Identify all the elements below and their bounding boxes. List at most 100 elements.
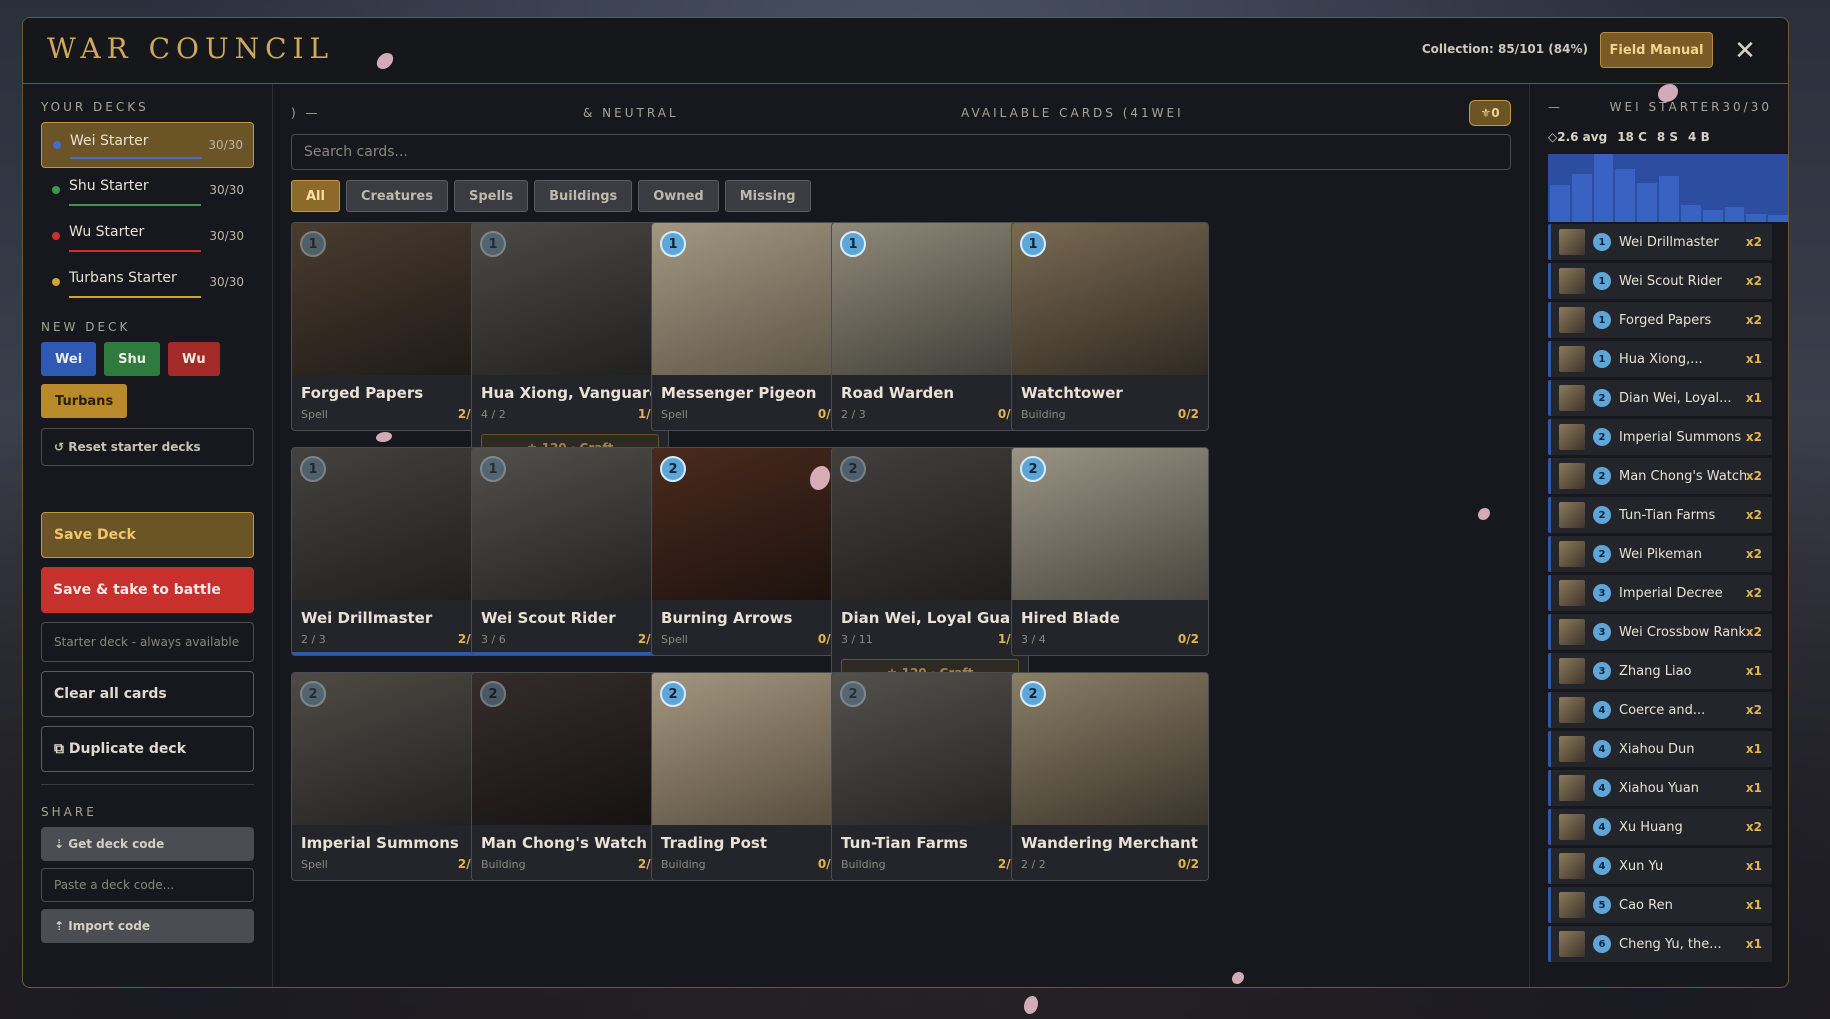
filter-tab[interactable]: Spells — [453, 180, 529, 212]
card-meta: 2 / 3 0/2 — [832, 402, 1028, 430]
deck-card-row[interactable]: 1 Wei Scout Rider x2 — [1548, 263, 1772, 299]
new-wu-deck-button[interactable]: Wu — [168, 342, 220, 376]
card-name: Cao Ren — [1619, 897, 1673, 913]
deck-card-row[interactable]: 1 Hua Xiong,... x1 — [1548, 341, 1772, 377]
get-deck-code-button[interactable]: ⇣ Get deck code — [41, 827, 254, 861]
deck-card-row[interactable]: 3 Imperial Decree x2 — [1548, 575, 1772, 611]
card-type: 2 / 3 — [301, 633, 326, 646]
card-thumbnail — [1559, 307, 1585, 333]
filter-tab[interactable]: All — [291, 180, 340, 212]
new-wei-deck-button[interactable]: Wei — [41, 342, 97, 376]
card-thumbnail — [1559, 931, 1585, 957]
card-name: Watchtower — [1021, 384, 1123, 402]
deck-name: Shu Starter — [69, 178, 149, 194]
deck-card-row[interactable]: 2 Man Chong's Watch x2 — [1548, 458, 1772, 494]
card-tile[interactable]: 2 Imperial Summons Spell 2/2 — [291, 672, 489, 881]
deck-card-row[interactable]: 4 Xiahou Yuan x1 — [1548, 770, 1772, 806]
card-tile[interactable]: 1 Messenger Pigeon Spell 0/2 — [651, 222, 849, 431]
card-cost: 5 — [1593, 896, 1611, 914]
card-tile[interactable]: 2 Wandering Merchant 2 / 2 0/2 — [1011, 672, 1209, 881]
building-count-stat: 4 B — [1688, 130, 1710, 144]
histogram-bar — [1593, 154, 1614, 222]
duplicate-deck-button[interactable]: ⧉ Duplicate deck — [41, 726, 254, 772]
filter-tab[interactable]: Creatures — [345, 180, 448, 212]
card-search-input[interactable]: Search cards... — [291, 134, 1511, 170]
card-cost: 1 — [300, 456, 326, 482]
reset-starter-decks-button[interactable]: ↺ Reset starter decks — [41, 428, 254, 466]
card-tile[interactable]: 2 Trading Post Building 0/2 — [651, 672, 849, 881]
deck-panel: — WEI STARTER30/30 ◇2.6 avg 18 C 8 S 4 B… — [1529, 84, 1788, 987]
card-thumbnail — [1559, 268, 1585, 294]
new-shu-deck-button[interactable]: Shu — [104, 342, 161, 376]
close-icon[interactable]: ✕ — [1734, 38, 1756, 64]
deck-card-row[interactable]: 4 Xu Huang x2 — [1548, 809, 1772, 845]
new-turbans-deck-button[interactable]: Turbans — [41, 384, 128, 418]
deck-card-row[interactable]: 3 Wei Crossbow Rank x2 — [1548, 614, 1772, 650]
card-thumbnail — [1559, 697, 1585, 723]
new-deck-buttons: Wei Shu Wu Turbans — [41, 342, 254, 418]
deck-card-row[interactable]: 1 Forged Papers x2 — [1548, 302, 1772, 338]
card-art: 1 — [472, 448, 668, 600]
card-type: Building — [661, 858, 706, 871]
card-meta: Building 0/2 — [652, 852, 848, 880]
card-tile[interactable]: 1 Wei Scout Rider 3 / 6 2/2 — [471, 447, 669, 656]
deck-color-bar — [69, 296, 201, 298]
deck-card-row[interactable]: 5 Cao Ren x1 — [1548, 887, 1772, 923]
deck-card-row[interactable]: 1 Wei Drillmaster x2 — [1548, 224, 1772, 260]
card-meta: Spell 2/2 — [292, 402, 488, 430]
card-quantity: x2 — [1745, 430, 1762, 444]
deck-item[interactable]: Turbans Starter 30/30 — [41, 260, 254, 306]
deck-card-row[interactable]: 6 Cheng Yu, the... x1 — [1548, 926, 1772, 962]
card-tile[interactable]: 2Dian Wei, Loyal Guard3 / 111/1⚜ 120 · C… — [831, 447, 1029, 698]
header-dash: — — [1548, 100, 1563, 114]
save-deck-button[interactable]: Save Deck — [41, 512, 254, 558]
deck-item[interactable]: Shu Starter 30/30 — [41, 168, 254, 214]
filter-tab[interactable]: Buildings — [534, 180, 633, 212]
deck-item[interactable]: Wu Starter 30/30 — [41, 214, 254, 260]
deck-card-row[interactable]: 4 Xun Yu x1 — [1548, 848, 1772, 884]
filter-tab[interactable]: Missing — [724, 180, 811, 212]
card-tile[interactable]: 2 Man Chong's Watch Building 2/2 — [471, 672, 669, 881]
save-and-battle-button[interactable]: Save & take to battle — [41, 567, 254, 613]
deck-code-input[interactable]: Paste a deck code... — [41, 868, 254, 902]
card-name: Wei Scout Rider — [481, 609, 616, 627]
deck-card-row[interactable]: 3 Zhang Liao x1 — [1548, 653, 1772, 689]
card-tile[interactable]: 1 Road Warden 2 / 3 0/2 — [831, 222, 1029, 431]
deck-card-row[interactable]: 4 Coerce and... x2 — [1548, 692, 1772, 728]
deck-card-row[interactable]: 2 Dian Wei, Loyal... x1 — [1548, 380, 1772, 416]
card-name: Road Warden — [841, 384, 955, 402]
card-cost: 2 — [1020, 681, 1046, 707]
deck-card-row[interactable]: 4 Xiahou Dun x1 — [1548, 731, 1772, 767]
spell-count-stat: 8 S — [1656, 130, 1679, 144]
card-type: Spell — [301, 408, 328, 421]
filter-tab[interactable]: Owned — [638, 180, 719, 212]
field-manual-button[interactable]: Field Manual — [1600, 32, 1713, 68]
deck-card-row[interactable]: 2 Wei Pikeman x2 — [1548, 536, 1772, 572]
card-tile[interactable]: 2 Hired Blade 3 / 4 0/2 — [1011, 447, 1209, 656]
share-label: SHARE — [41, 805, 97, 819]
card-thumbnail — [1559, 580, 1585, 606]
card-quantity: x2 — [1745, 313, 1762, 327]
deck-card-row[interactable]: 2 Tun-Tian Farms x2 — [1548, 497, 1772, 533]
card-thumbnail — [1559, 814, 1585, 840]
card-tile[interactable]: 1 Watchtower Building 0/2 — [1011, 222, 1209, 431]
card-name: Trading Post — [661, 834, 768, 852]
card-quantity: x2 — [1745, 820, 1762, 834]
card-name: Hua Xiong,... — [1619, 351, 1703, 367]
card-cost: 2 — [660, 681, 686, 707]
card-tile[interactable]: 1Hua Xiong, Vanguard...4 / 21/1⚜ 120 · C… — [471, 222, 669, 473]
card-tile[interactable]: 1 Wei Drillmaster 2 / 3 2/2 — [291, 447, 489, 656]
card-tile[interactable]: 1 Forged Papers Spell 2/2 — [291, 222, 489, 431]
card-meta: 2 / 2 0/2 — [1012, 852, 1208, 880]
card-tile[interactable]: 2 Tun-Tian Farms Building 2/2 — [831, 672, 1029, 881]
deck-item[interactable]: Wei Starter 30/30 — [41, 122, 254, 168]
histogram-bar — [1768, 215, 1788, 222]
import-code-button[interactable]: ⇡ Import code — [41, 909, 254, 943]
clear-all-cards-button[interactable]: Clear all cards — [41, 671, 254, 717]
card-cost: 3 — [1593, 623, 1611, 641]
card-cost: 1 — [1593, 350, 1611, 368]
card-thumbnail — [1559, 658, 1585, 684]
deck-count: 30/30 — [209, 229, 244, 243]
card-name: Burning Arrows — [661, 609, 793, 627]
deck-card-row[interactable]: 2 Imperial Summons x2 — [1548, 419, 1772, 455]
